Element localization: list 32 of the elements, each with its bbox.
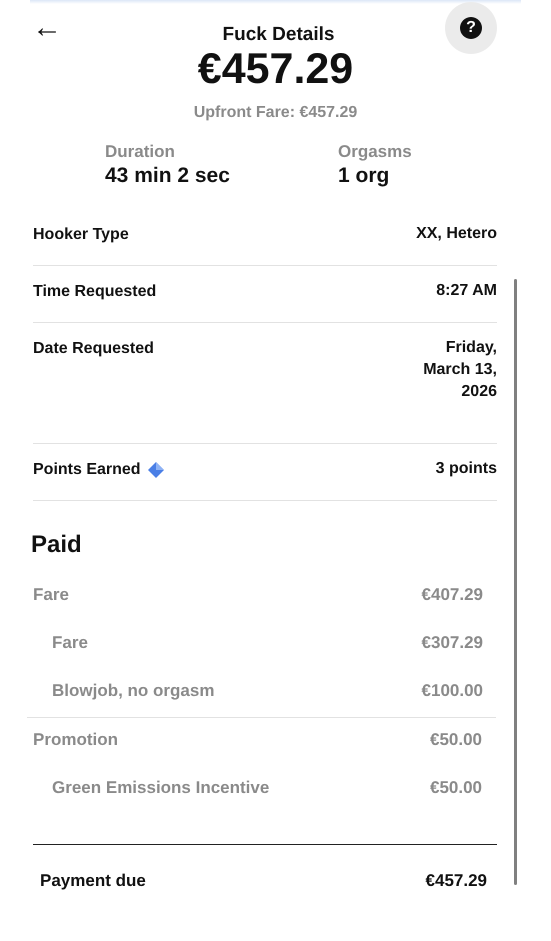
diamond-icon [148, 462, 164, 478]
detail-value: 3 points [436, 459, 497, 479]
charge-amount: €50.00 [430, 730, 482, 750]
charge-amount: €307.29 [422, 633, 483, 653]
stat-label: Orgasms [338, 142, 412, 162]
stat-value: 1 org [338, 164, 390, 188]
total-value: €457.29 [426, 871, 487, 891]
total-label: Payment due [40, 871, 146, 891]
charge-amount: €50.00 [430, 778, 482, 798]
stat-label: Duration [105, 142, 176, 162]
back-button[interactable]: ← [32, 10, 62, 46]
upfront-fare: Upfront Fare: €457.29 [192, 104, 358, 122]
scrollbar[interactable] [514, 279, 517, 885]
charge-amount: €407.29 [422, 585, 483, 605]
charge-label: Fare [52, 633, 88, 653]
section-heading: Paid [31, 531, 83, 559]
detail-value: 8:27 AM [436, 281, 497, 301]
page-title: Fuck Details [222, 24, 334, 46]
detail-label: Time Requested [33, 283, 156, 301]
detail-label: Points Earned [33, 461, 141, 479]
stat-value: 43 min 2 sec [105, 164, 231, 188]
detail-value: XX, Hetero [416, 224, 497, 244]
detail-label: Date Requested [33, 340, 154, 358]
total-amount: €457.29 [196, 48, 354, 90]
charge-label: Green Emissions Incentive [52, 778, 270, 798]
charge-label: Fare [33, 585, 69, 605]
charge-label: Promotion [33, 730, 118, 750]
help-button[interactable]: ? [445, 2, 497, 54]
detail-value: Friday, March 13, 2026 [423, 338, 497, 402]
charge-label: Blowjob, no orgasm [52, 681, 214, 701]
charge-amount: €100.00 [422, 681, 483, 701]
detail-label: Hooker Type [33, 226, 129, 244]
